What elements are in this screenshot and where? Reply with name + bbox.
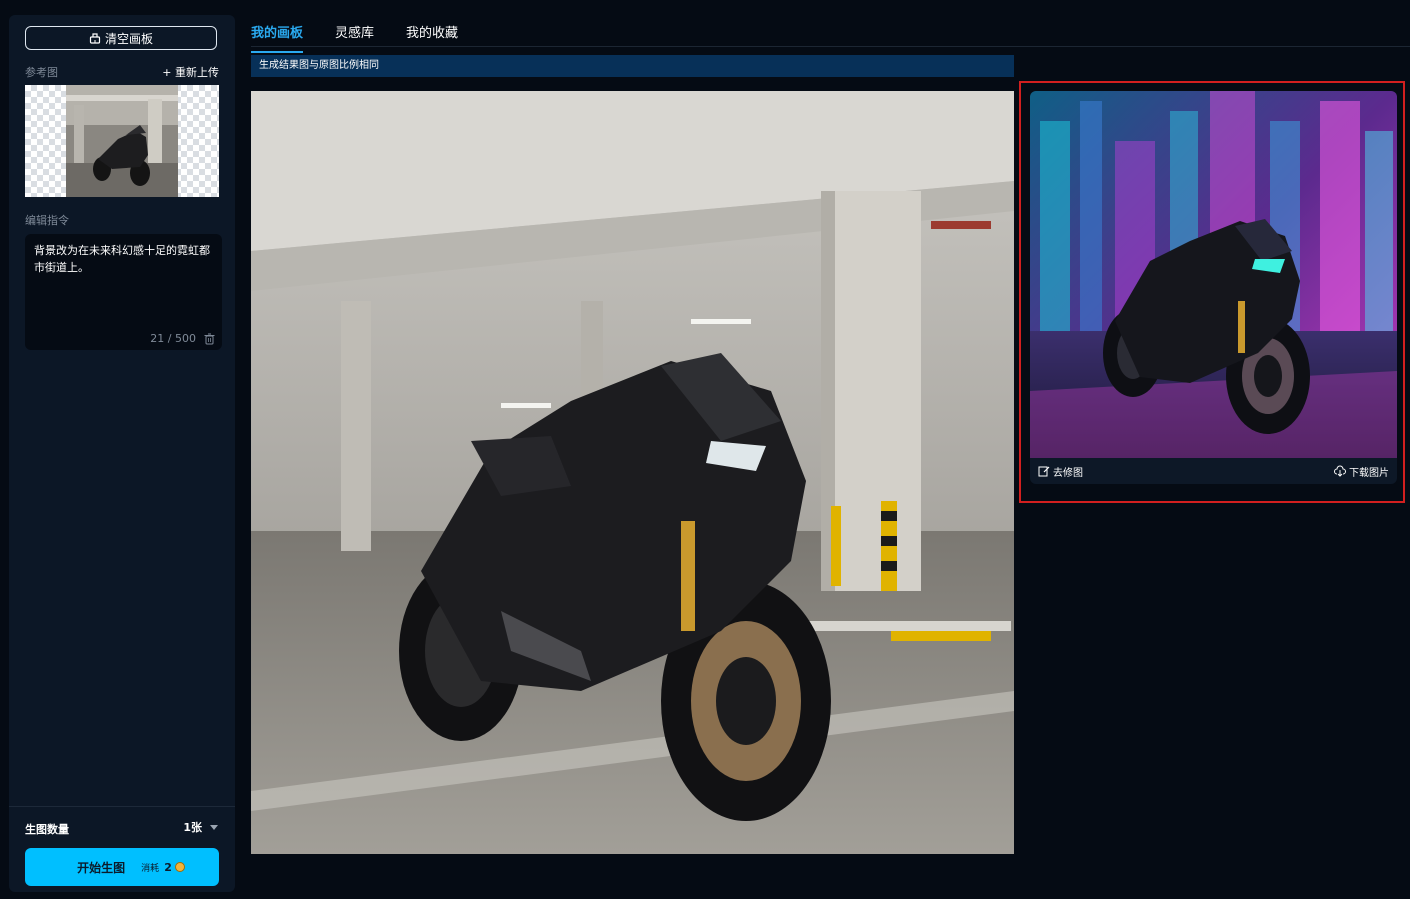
- reference-label: 参考图: [25, 66, 58, 79]
- instruction-char-count: 21 / 500: [150, 332, 196, 345]
- chevron-down-icon: [210, 824, 218, 830]
- instruction-text: 背景改为在未来科幻感十足的霓虹都市街道上。: [34, 244, 210, 274]
- result-card[interactable]: 去修图 下载图片: [1030, 91, 1397, 484]
- broom-icon: [89, 33, 101, 44]
- clear-canvas-button[interactable]: 清空画板: [25, 26, 217, 50]
- instruction-label: 编辑指令: [25, 214, 69, 227]
- tab-inspiration[interactable]: 灵感库: [335, 22, 374, 53]
- tab-my-canvas[interactable]: 我的画板: [251, 22, 304, 53]
- ratio-notice: 生成结果图与原图比例相同: [251, 55, 1014, 77]
- retouch-button[interactable]: 去修图: [1038, 464, 1083, 479]
- retouch-label: 去修图: [1053, 467, 1083, 479]
- cost-value: 2: [164, 860, 172, 874]
- tab-bar: 我的画板 灵感库 我的收藏: [251, 22, 490, 53]
- left-panel: 清空画板 参考图 + 重新上传 编辑指令 背景改为在未来科幻感十足的霓虹都市街道…: [9, 15, 235, 892]
- coin-icon: [174, 862, 185, 872]
- quantity-value: 1张: [183, 821, 202, 834]
- quantity-select[interactable]: 1张: [183, 819, 218, 835]
- start-generate-button[interactable]: 开始生图 消耗 2: [25, 848, 219, 886]
- cost-label: 消耗: [141, 863, 160, 874]
- result-actions: 去修图 下载图片: [1030, 458, 1397, 484]
- result-image[interactable]: [1030, 91, 1397, 458]
- download-label: 下载图片: [1349, 467, 1389, 479]
- trash-icon[interactable]: [204, 333, 215, 345]
- tab-favorites[interactable]: 我的收藏: [406, 22, 458, 53]
- tab-divider: [251, 46, 1410, 47]
- reupload-button[interactable]: + 重新上传: [162, 64, 219, 80]
- quantity-label: 生图数量: [25, 823, 69, 836]
- reference-image[interactable]: [25, 85, 219, 197]
- cloud-download-icon: [1334, 465, 1346, 477]
- clear-canvas-label: 清空画板: [104, 31, 153, 46]
- reference-photo: [66, 85, 178, 197]
- original-image: [251, 91, 1014, 854]
- start-generate-label: 开始生图: [77, 860, 126, 875]
- edit-icon: [1038, 466, 1050, 477]
- sidebar-divider: [9, 806, 235, 807]
- instruction-textarea[interactable]: 背景改为在未来科幻感十足的霓虹都市街道上。 21 / 500: [25, 234, 222, 350]
- download-button[interactable]: 下载图片: [1334, 464, 1389, 479]
